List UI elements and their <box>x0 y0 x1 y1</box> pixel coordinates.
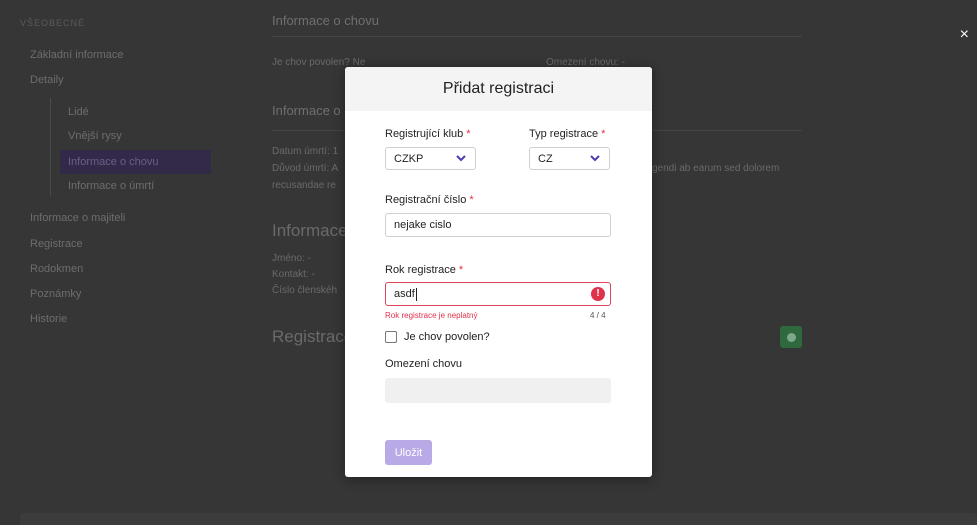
sidebar-item-pedigree[interactable]: Rodokmen <box>30 263 83 275</box>
sidebar-item-label: Informace o chovu <box>68 156 159 168</box>
breeding-allowed-checkbox[interactable] <box>385 331 397 343</box>
type-label: Typ registrace * <box>529 128 606 140</box>
section-heading-owner: Informace <box>272 221 348 240</box>
death-reason-value: Důvod úmrtí: A <box>272 163 339 174</box>
death-reason-tail: gendi ab earum sed dolorem <box>652 163 780 174</box>
year-input-value: asdf <box>394 288 415 300</box>
club-select[interactable]: CZKP <box>385 147 476 170</box>
section-heading-registration: Registrace <box>272 327 354 346</box>
required-mark: * <box>458 264 464 276</box>
sidebar-item-notes[interactable]: Poznámky <box>30 288 81 300</box>
breeding-allowed-label: Je chov povolen? <box>404 331 490 343</box>
sidebar-item-owner-info[interactable]: Informace o majiteli <box>30 212 125 224</box>
sidebar-item-appearance[interactable]: Vnější rysy <box>68 130 122 142</box>
chevron-down-icon <box>589 153 601 165</box>
club-select-value: CZKP <box>394 152 424 165</box>
bottom-panel <box>20 513 977 525</box>
regnum-input[interactable]: nejake cislo <box>385 213 611 237</box>
death-date-value: Datum úmrtí: 1 <box>272 146 339 157</box>
text-caret <box>415 287 417 301</box>
sidebar-item-details[interactable]: Detaily <box>30 74 64 86</box>
sidebar-item-breeding-info[interactable]: Informace o chovu <box>60 150 211 174</box>
section-heading-breeding: Informace o chovu <box>272 13 379 28</box>
divider <box>272 36 802 37</box>
club-label: Registrující klub * <box>385 128 471 140</box>
chevron-down-icon <box>455 153 467 165</box>
type-select[interactable]: CZ <box>529 147 610 170</box>
regnum-label: Registrační číslo * <box>385 194 474 206</box>
year-label: Rok registrace * <box>385 264 464 276</box>
modal-header: Přidat registraci <box>345 67 652 111</box>
section-heading-death: Informace o <box>272 103 341 118</box>
add-registration-button[interactable] <box>780 326 802 348</box>
sidebar-section-title: VŠEOBECNÉ <box>20 18 86 28</box>
close-icon[interactable]: × <box>960 27 969 43</box>
add-registration-modal: Přidat registraci Registrující klub * CZK… <box>345 67 652 477</box>
save-button[interactable]: Uložit <box>385 440 432 465</box>
owner-contact-value: Kontakt: - <box>272 269 315 280</box>
type-select-value: CZ <box>538 152 553 165</box>
sidebar-item-history[interactable]: Historie <box>30 313 67 325</box>
sidebar-item-people[interactable]: Lidé <box>68 106 89 118</box>
owner-name-value: Jméno: - <box>272 253 311 264</box>
plus-icon <box>786 332 796 342</box>
required-mark: * <box>466 128 471 140</box>
owner-member-number: Číslo členskéh <box>272 285 338 296</box>
required-mark: * <box>601 128 606 140</box>
death-reason-line2: recusandae re <box>272 180 336 191</box>
required-mark: * <box>469 194 474 206</box>
sidebar: VŠEOBECNÉ Základní informace Detaily Lid… <box>20 0 220 525</box>
sidebar-sub-divider <box>50 98 51 196</box>
error-icon: ! <box>591 287 605 301</box>
year-input[interactable]: asdf ! <box>385 282 611 306</box>
breeding-limit-input[interactable] <box>385 378 611 403</box>
regnum-input-value: nejake cislo <box>394 219 452 231</box>
breeding-limit-label: Omezení chovu <box>385 358 463 370</box>
year-char-counter: 4 / 4 <box>590 311 606 320</box>
sidebar-item-registration[interactable]: Registrace <box>30 238 83 250</box>
year-error-message: Rok registrace je neplatný <box>385 311 478 320</box>
sidebar-item-death-info[interactable]: Informace o úmrtí <box>68 180 154 192</box>
modal-title: Přidat registraci <box>442 80 555 97</box>
sidebar-item-basic-info[interactable]: Základní informace <box>30 49 124 61</box>
